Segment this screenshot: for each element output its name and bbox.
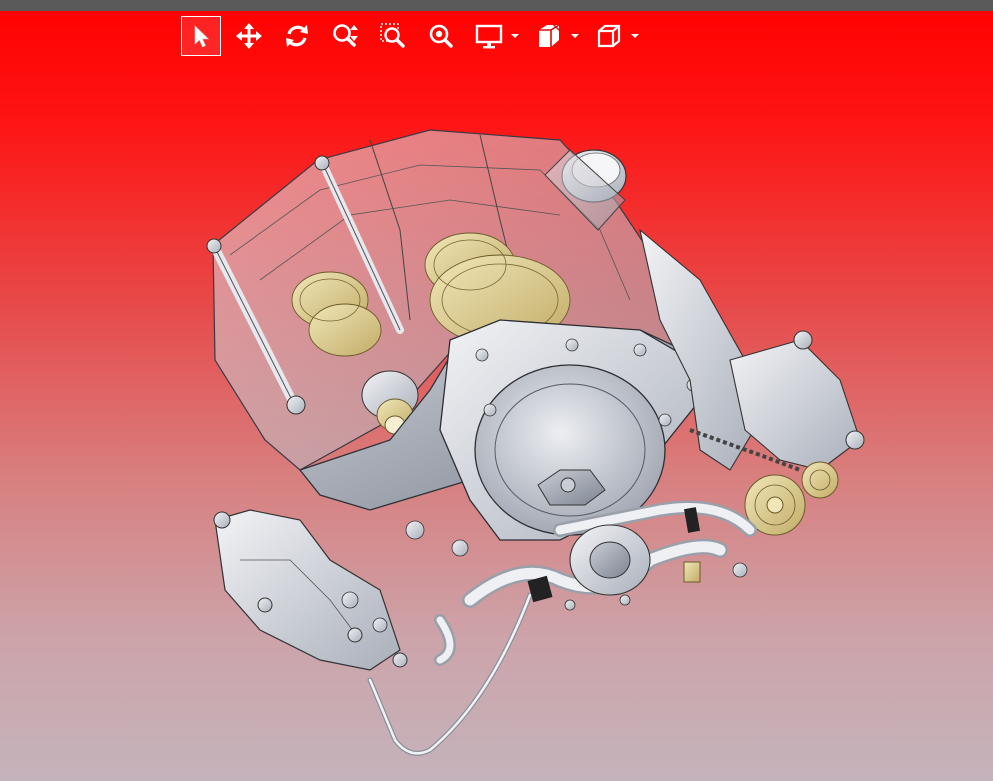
cube-icon	[597, 24, 621, 48]
rotate-tool-button[interactable]	[277, 16, 317, 56]
zoom-tool-button[interactable]	[325, 16, 365, 56]
zoom-icon	[333, 24, 358, 47]
display-mode-chevron-down-icon[interactable]	[509, 16, 521, 56]
standard-views-button[interactable]	[589, 16, 629, 56]
cursor-arrow-icon	[194, 25, 210, 48]
select-tool-button[interactable]	[181, 16, 221, 56]
move-arrows-icon	[236, 23, 262, 49]
display-mode-button[interactable]	[469, 16, 509, 56]
standard-views-chevron-down-icon[interactable]	[629, 16, 641, 56]
view-toolbar	[181, 16, 649, 56]
zoom-fit-button[interactable]	[421, 16, 461, 56]
standard-views-dropdown[interactable]	[589, 16, 641, 56]
section-view-dropdown[interactable]	[529, 16, 581, 56]
zoom-window-icon	[380, 23, 405, 48]
section-box-icon	[539, 23, 562, 47]
engine-3d-model[interactable]	[0, 0, 993, 781]
rotate-icon	[286, 25, 308, 47]
display-mode-dropdown[interactable]	[469, 16, 521, 56]
zoom-window-button[interactable]	[373, 16, 413, 56]
zoom-fit-icon	[429, 24, 453, 48]
section-view-chevron-down-icon[interactable]	[569, 16, 581, 56]
pan-tool-button[interactable]	[229, 16, 269, 56]
section-view-button[interactable]	[529, 16, 569, 56]
monitor-icon	[475, 24, 503, 49]
3d-viewport[interactable]	[0, 0, 993, 781]
